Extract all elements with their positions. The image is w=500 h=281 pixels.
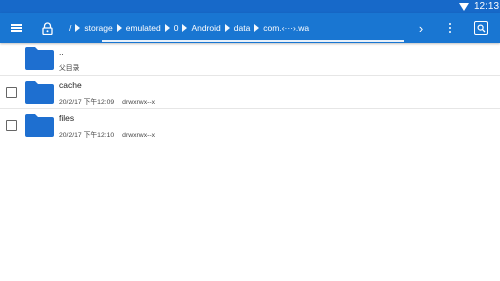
folder-icon xyxy=(25,113,54,137)
list-item-files[interactable]: files 20/2/17 下午12:10 drwxrwx--x xyxy=(0,109,500,142)
wifi-icon xyxy=(459,3,469,11)
breadcrumb-separator-icon xyxy=(164,24,170,32)
list-item-cache[interactable]: cache 20/2/17 下午12:09 drwxrwx--x xyxy=(0,76,500,109)
breadcrumb-separator-icon xyxy=(224,24,230,32)
file-name: .. xyxy=(59,47,64,57)
status-time: 12:13 xyxy=(474,1,500,12)
breadcrumb-separator-icon xyxy=(182,24,188,32)
chevron-right-icon[interactable]: › xyxy=(415,13,427,43)
file-name: files xyxy=(59,113,75,123)
breadcrumb-separator-icon xyxy=(254,24,260,32)
breadcrumb-separator-icon xyxy=(75,24,81,32)
lock-icon[interactable] xyxy=(40,13,54,43)
breadcrumb-scroll-indicator xyxy=(102,40,404,42)
file-meta: 20/2/17 下午12:10 drwxrwx--x xyxy=(59,129,155,139)
breadcrumb-separator-icon xyxy=(116,24,122,32)
select-checkbox[interactable] xyxy=(6,87,17,98)
file-date: 20/2/17 下午12:10 xyxy=(59,132,115,139)
breadcrumb-android[interactable]: Android xyxy=(191,23,220,33)
file-permissions: drwxrwx--x xyxy=(122,99,156,106)
breadcrumb-storage[interactable]: storage xyxy=(84,23,112,33)
breadcrumb-0[interactable]: 0 xyxy=(174,23,179,33)
file-permissions: drwxrwx--x xyxy=(122,132,156,139)
menu-icon[interactable] xyxy=(8,13,24,43)
status-bar: 12:13 xyxy=(0,0,500,13)
breadcrumb-root[interactable]: / xyxy=(69,23,71,33)
folder-icon xyxy=(25,80,54,104)
more-options-icon[interactable] xyxy=(445,13,455,43)
breadcrumb-emulated[interactable]: emulated xyxy=(126,23,161,33)
folder-icon xyxy=(25,46,54,70)
toolbar: / storage emulated 0 Android data com.‹·… xyxy=(0,13,500,43)
search-icon[interactable] xyxy=(472,13,490,43)
list-item-parent[interactable]: .. 父目录 xyxy=(0,43,500,76)
select-checkbox[interactable] xyxy=(6,120,17,131)
breadcrumb-data[interactable]: data xyxy=(234,23,251,33)
breadcrumb: / storage emulated 0 Android data com.‹·… xyxy=(66,13,406,43)
file-name: cache xyxy=(59,80,82,90)
file-subtitle: 父目录 xyxy=(59,65,80,72)
breadcrumb-package[interactable]: com.‹···›.wa xyxy=(263,23,309,33)
file-date: 20/2/17 下午12:09 xyxy=(59,99,115,106)
file-meta: 20/2/17 下午12:09 drwxrwx--x xyxy=(59,96,155,106)
